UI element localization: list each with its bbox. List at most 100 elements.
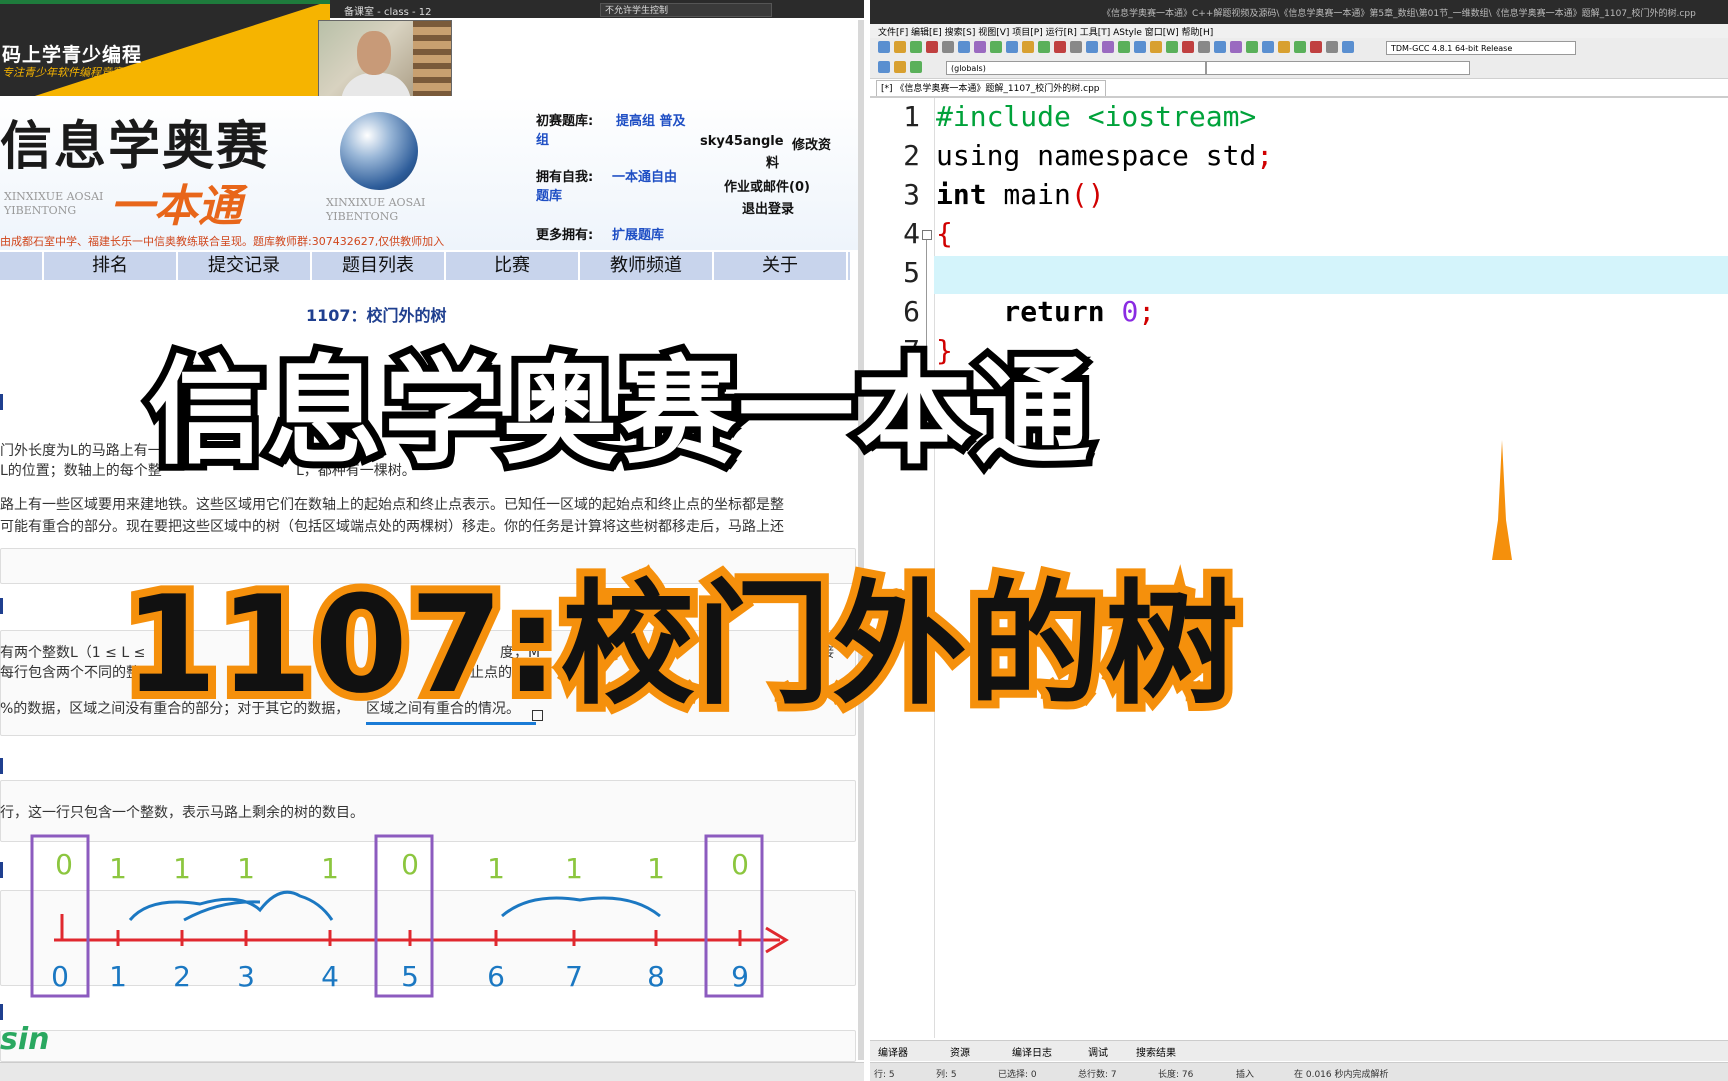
prelim-link[interactable]: 提高组 普及组 — [536, 110, 686, 148]
code-token: ; — [1138, 295, 1156, 328]
fold-toggle-icon[interactable] — [922, 230, 932, 240]
toolbar-icon[interactable] — [974, 41, 986, 53]
class-title: 备课室 - class - 12 — [344, 7, 432, 18]
position-label: 9 — [731, 960, 749, 993]
toolbar-icon[interactable] — [1086, 41, 1098, 53]
toolbar-icon[interactable] — [910, 41, 922, 53]
toolbar-icon[interactable] — [1022, 41, 1034, 53]
nav-item-teacher[interactable]: 教师频道 — [580, 252, 714, 280]
edit-profile-link-cont[interactable]: 料 — [766, 152, 779, 171]
toolbar-icon[interactable] — [1038, 41, 1050, 53]
brand-title: 信息学奥赛 — [0, 116, 271, 177]
tree-count-label: 1 — [565, 852, 583, 885]
more-label: 更多拥有: — [536, 228, 594, 243]
code-line-1[interactable]: #include <iostream> — [936, 100, 1256, 133]
code-token: 0 — [1121, 295, 1139, 328]
sin-logo: sin — [0, 1022, 50, 1057]
more-link[interactable]: 扩展题库 — [612, 224, 664, 243]
section-marker — [0, 758, 3, 774]
range-brace — [501, 896, 661, 918]
user-name-link[interactable]: sky45angle — [700, 134, 784, 149]
line-number: 1 — [903, 100, 920, 133]
input-line: 每行包含两个不同的整 — [0, 665, 140, 681]
output-line: 行，这一行只包含一个整数，表示马路上剩余的树的数目。 — [0, 805, 364, 821]
ide-toolbar — [870, 38, 1728, 59]
toolbar-icon[interactable] — [1230, 41, 1242, 53]
toolbar-icon[interactable] — [1310, 41, 1322, 53]
toolbar-icon[interactable] — [1102, 41, 1114, 53]
toolbar-icon[interactable] — [1150, 41, 1162, 53]
toolbar-icon[interactable] — [1134, 41, 1146, 53]
code-line-2[interactable]: using namespace std; — [936, 139, 1273, 172]
nav-item-contest[interactable]: 比赛 — [446, 252, 580, 280]
toolbar-icon[interactable] — [894, 61, 906, 73]
toolbar-icon[interactable] — [1198, 41, 1210, 53]
code-line-4[interactable]: { — [936, 217, 953, 250]
toolbar-icon[interactable] — [1006, 41, 1018, 53]
compiler-select[interactable]: TDM-GCC 4.8.1 64-bit Release — [1386, 41, 1576, 55]
toolbar-icon[interactable] — [1342, 41, 1354, 53]
position-label: 2 — [173, 960, 191, 993]
toolbar-icon[interactable] — [1262, 41, 1274, 53]
tab-compiler[interactable]: 编译器 — [878, 1044, 908, 1059]
toolbar-icon[interactable] — [910, 61, 922, 73]
homework-mail-link[interactable]: 作业或邮件(0) — [724, 176, 810, 195]
toolbar-icon[interactable] — [1326, 41, 1338, 53]
ide-menus[interactable]: 文件[F] 编辑[E] 搜索[S] 视图[V] 项目[P] 运行[R] 工具[T… — [878, 25, 1213, 38]
brand-pinyin-right: XINXIXUE AOSAI YIBENTONG — [326, 196, 426, 223]
code-token: <iostream> — [1087, 100, 1257, 133]
toolbar-icon[interactable] — [1118, 41, 1130, 53]
position-label: 4 — [321, 960, 339, 993]
banner-logo-subtitle: 专注青少年软件编程竞赛 — [2, 66, 123, 79]
tab-debug[interactable]: 调试 — [1088, 1044, 1108, 1059]
ide-status-bar: 行: 5 列: 5 已选择: 0 总行数: 7 长度: 76 插入 在 0.01… — [870, 1062, 1728, 1081]
nav-item-home[interactable] — [0, 252, 44, 280]
code-token: ; — [1256, 139, 1274, 172]
toolbar-icon[interactable] — [990, 41, 1002, 53]
toolbar-icon[interactable] — [1182, 41, 1194, 53]
toolbar-icon[interactable] — [1294, 41, 1306, 53]
logout-link[interactable]: 退出登录 — [742, 198, 794, 217]
toolbar-icon[interactable] — [894, 41, 906, 53]
student-control-select[interactable]: 不允许学生控制 — [600, 3, 772, 17]
section-marker — [0, 598, 3, 614]
tree-count-label: 1 — [237, 852, 255, 885]
tree-count-label: 1 — [109, 852, 127, 885]
tree-count-label: 0 — [55, 848, 73, 881]
self-link[interactable]: 一本通自由题库 — [536, 166, 686, 204]
code-line-3[interactable]: int main() — [936, 178, 1105, 211]
tab-compile-log[interactable]: 编译日志 — [1012, 1044, 1052, 1059]
toolbar-icon[interactable] — [878, 41, 890, 53]
toolbar-icon[interactable] — [1278, 41, 1290, 53]
toolbar-icon[interactable] — [958, 41, 970, 53]
toolbar-icon[interactable] — [1214, 41, 1226, 53]
toolbar-icon[interactable] — [1246, 41, 1258, 53]
member-select[interactable] — [1206, 61, 1470, 75]
overlay-title-main: 信息学奥赛一本通 — [141, 338, 1097, 487]
line-number: 5 — [903, 256, 920, 289]
toolbar-icon[interactable] — [878, 61, 890, 73]
code-token: using namespace std — [936, 139, 1257, 172]
nav-item-rank[interactable]: 排名 — [44, 252, 178, 280]
toolbar-icon[interactable] — [1070, 41, 1082, 53]
globals-select[interactable]: (globals) — [946, 61, 1206, 75]
sample-box — [0, 1030, 856, 1062]
desc-line: L的位置；数轴上的每个整 — [0, 463, 162, 479]
status-selected: 已选择: 0 — [998, 1070, 1037, 1080]
toolbar-icon[interactable] — [1054, 41, 1066, 53]
position-label: 6 — [487, 960, 505, 993]
tree-count-label: 0 — [731, 848, 749, 881]
tab-resources[interactable]: 资源 — [950, 1044, 970, 1059]
toolbar-icon[interactable] — [926, 41, 938, 53]
toolbar-icon[interactable] — [1166, 41, 1178, 53]
status-length: 长度: 76 — [1158, 1070, 1194, 1080]
nav-item-submissions[interactable]: 提交记录 — [178, 252, 312, 280]
edit-profile-link[interactable]: 修改资 — [792, 134, 831, 153]
section-marker — [0, 394, 3, 410]
nav-item-problems[interactable]: 题目列表 — [312, 252, 446, 280]
toolbar-icon[interactable] — [942, 41, 954, 53]
tab-search-results[interactable]: 搜索结果 — [1136, 1044, 1176, 1059]
editor-tab[interactable]: [*] 《信息学奥赛一本通》题解_1107_校门外的树.cpp — [876, 80, 1106, 96]
code-token: main — [986, 178, 1071, 211]
nav-item-about[interactable]: 关于 — [714, 252, 848, 280]
